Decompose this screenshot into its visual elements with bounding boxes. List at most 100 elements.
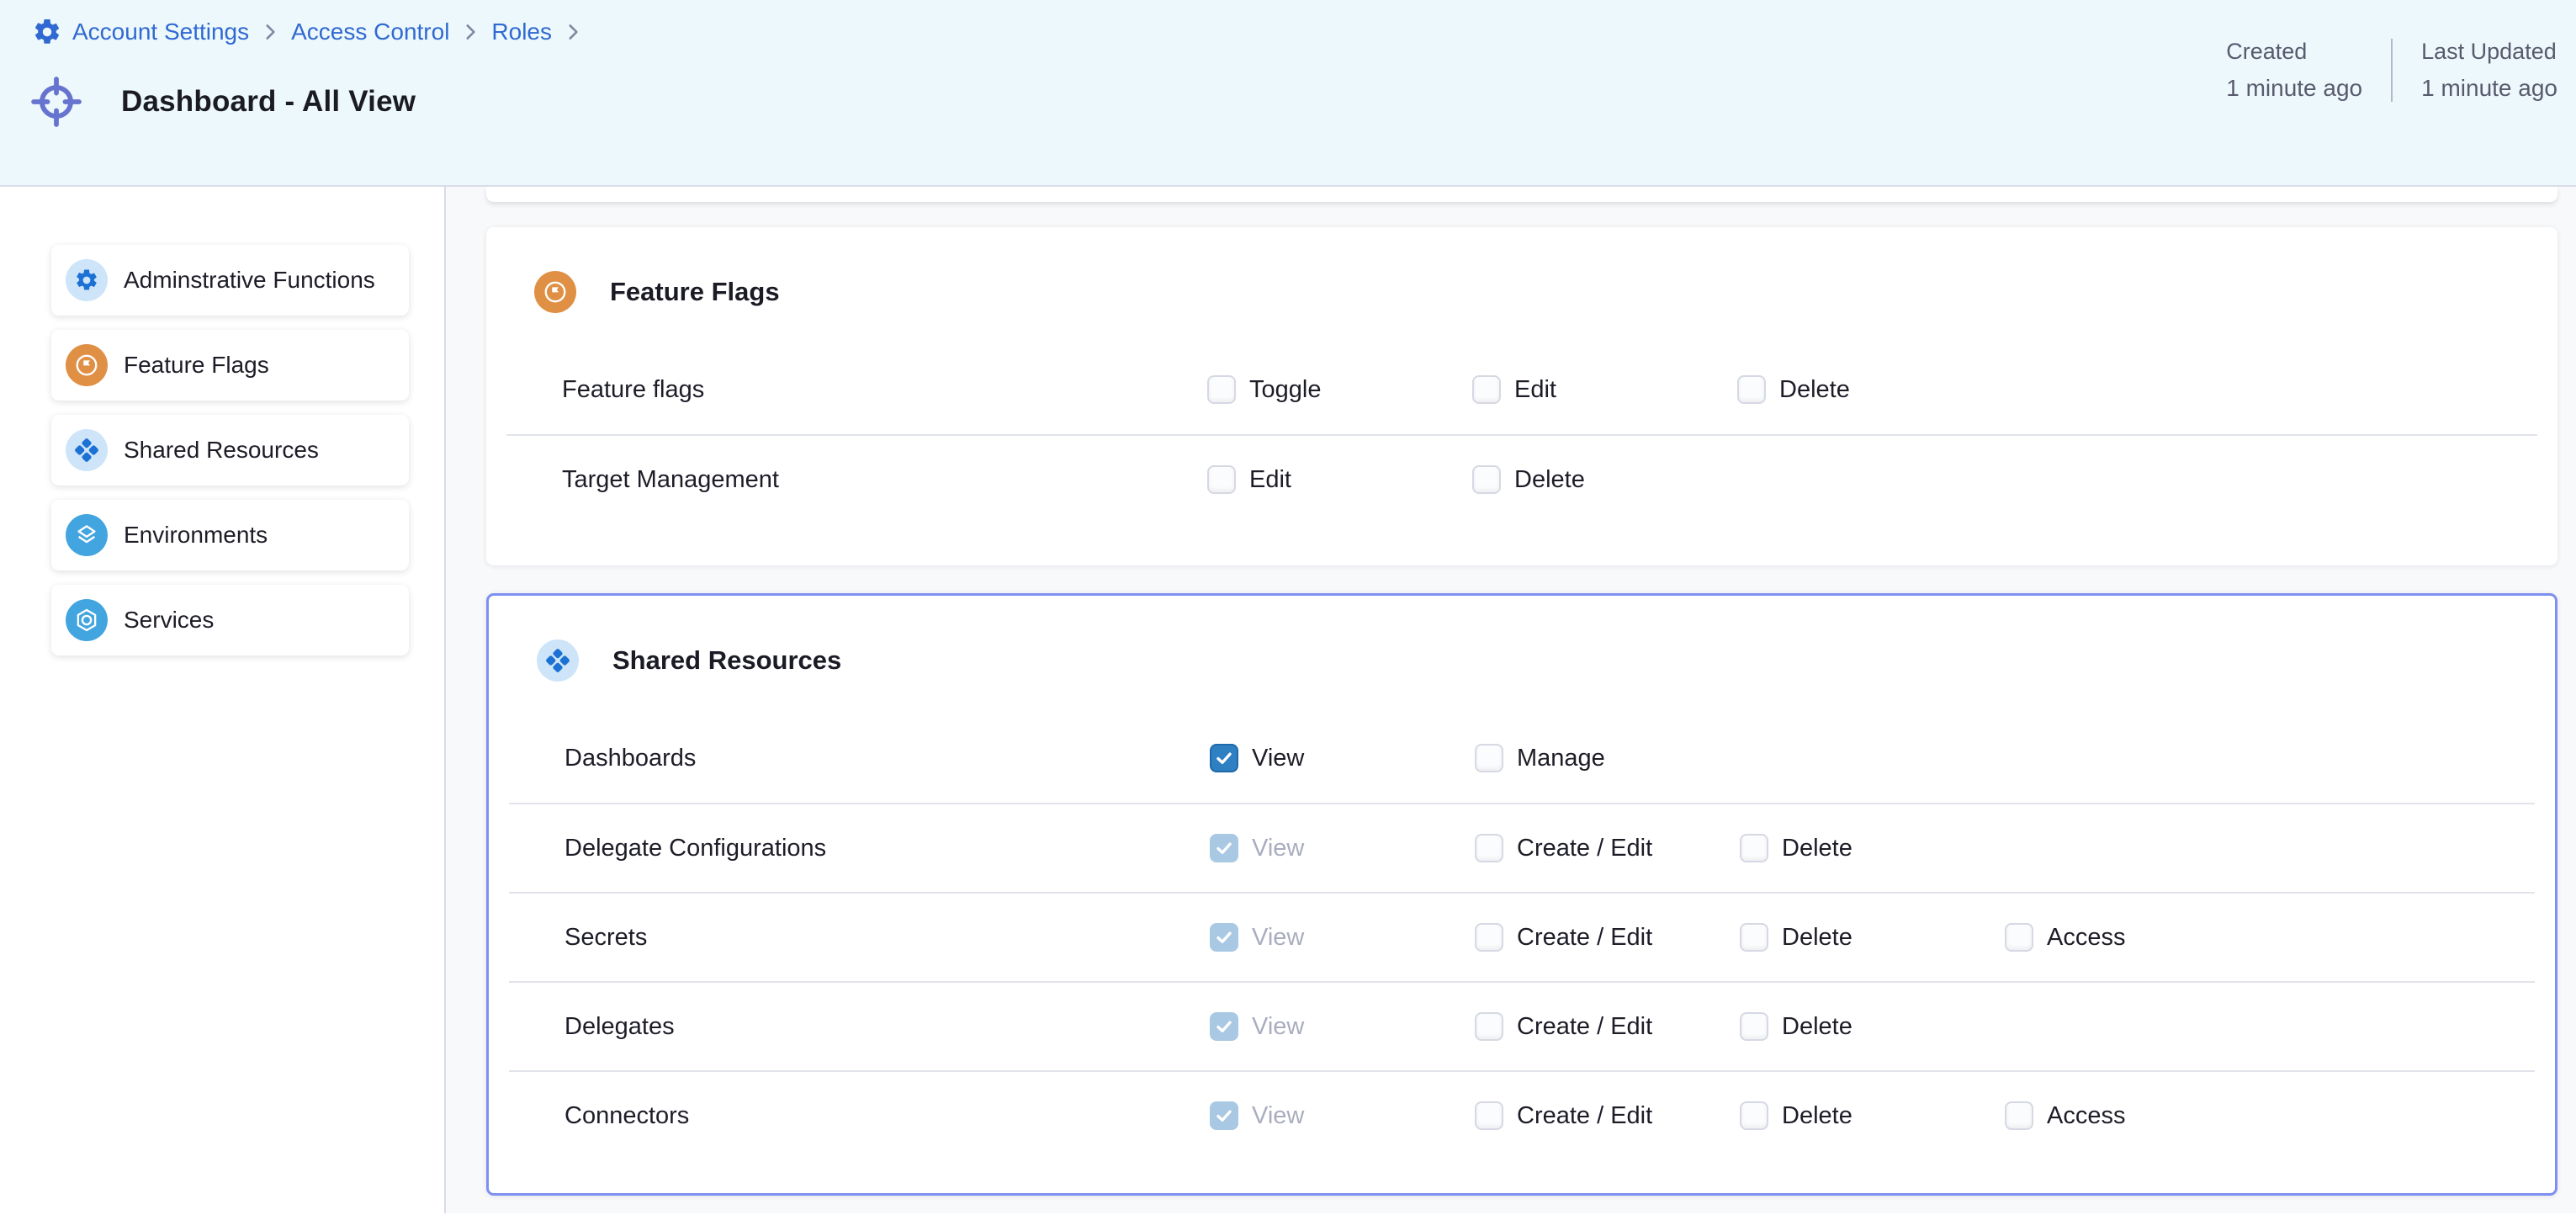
resource-label: Connectors	[564, 1102, 1210, 1130]
flag-icon	[66, 344, 108, 386]
view-checkbox[interactable]	[1210, 1012, 1238, 1041]
resource-label: Delegate Configurations	[564, 835, 1210, 862]
edit-checkbox[interactable]	[1472, 375, 1501, 404]
create-edit-checkbox[interactable]	[1475, 834, 1503, 862]
manage-checkbox[interactable]	[1475, 744, 1503, 772]
delete-checkbox[interactable]	[1740, 1012, 1768, 1041]
sidebar-item-feature-flags[interactable]: Feature Flags	[51, 330, 409, 401]
sidebar-item-environments[interactable]: Environments	[51, 500, 409, 570]
delete-checkbox[interactable]	[1472, 465, 1501, 494]
view-checkbox[interactable]	[1210, 834, 1238, 862]
permission-label: Delete	[1779, 376, 1850, 404]
breadcrumb-link-account-settings[interactable]: Account Settings	[72, 19, 249, 45]
permission-label: Delete	[1782, 924, 1852, 952]
permission-create-edit: Create / Edit	[1475, 1012, 1740, 1041]
permission-create-edit: Create / Edit	[1475, 1101, 1740, 1130]
partial-card	[486, 187, 2557, 202]
permission-row-delegates: DelegatesViewCreate / Edit Delete	[509, 981, 2535, 1070]
permission-label: Delete	[1782, 835, 1852, 862]
crosshair-icon	[29, 74, 84, 130]
view-checkbox[interactable]	[1210, 744, 1238, 772]
edit-checkbox[interactable]	[1207, 465, 1236, 494]
permission-view: View	[1210, 1101, 1475, 1130]
body-row: Adminstrative Functions Feature Flags Shar…	[0, 187, 2576, 1213]
created-label: Created	[2226, 39, 2362, 65]
permission-label: Delete	[1782, 1102, 1852, 1130]
permission-row-target-management: Target Management Edit Delete	[506, 434, 2537, 523]
permission-delete: Delete	[1740, 1101, 2005, 1130]
permission-label: View	[1252, 835, 1304, 862]
card-title: Feature Flags	[610, 277, 780, 307]
permission-edit: Edit	[1207, 465, 1472, 494]
permission-delete: Delete	[1472, 465, 1737, 494]
permission-manage: Manage	[1475, 744, 1740, 772]
delete-checkbox[interactable]	[1737, 375, 1766, 404]
permission-label: View	[1252, 1102, 1304, 1130]
create-edit-checkbox[interactable]	[1475, 1101, 1503, 1130]
delete-checkbox[interactable]	[1740, 923, 1768, 952]
permission-label: Delete	[1782, 1013, 1852, 1041]
toggle-checkbox[interactable]	[1207, 375, 1236, 404]
page-title: Dashboard - All View	[121, 85, 416, 119]
permission-row-secrets: Secrets View Create / Edit Delete Access	[509, 892, 2535, 981]
card-feature-flags: Feature Flags Feature flags Toggle Edit Dele…	[486, 227, 2557, 565]
resource-label: Secrets	[564, 924, 1210, 952]
diamond-icon	[537, 639, 579, 682]
permission-label: Create / Edit	[1517, 835, 1652, 862]
permission-access: Access	[2005, 923, 2270, 952]
sidebar-item-label: Adminstrative Functions	[124, 267, 375, 294]
meta-panel: Created 1 minute ago Last Updated 1 minu…	[2226, 39, 2557, 102]
resource-label: Target Management	[562, 466, 1207, 494]
card-header: Shared Resources	[489, 596, 2555, 682]
meta-divider	[2391, 39, 2393, 102]
view-checkbox[interactable]	[1210, 923, 1238, 952]
permission-toggle: Toggle	[1207, 375, 1472, 404]
sidebar: Adminstrative Functions Feature Flags Shar…	[0, 187, 446, 1213]
permission-delete: Delete	[1740, 923, 2005, 952]
access-checkbox[interactable]	[2005, 923, 2033, 952]
sidebar-item-label: Shared Resources	[124, 437, 319, 464]
sidebar-item-shared-resources[interactable]: Shared Resources	[51, 415, 409, 485]
chevron-right-icon	[259, 21, 281, 43]
access-checkbox[interactable]	[2005, 1101, 2033, 1130]
create-edit-checkbox[interactable]	[1475, 923, 1503, 952]
permission-label: Create / Edit	[1517, 924, 1652, 952]
permission-edit: Edit	[1472, 375, 1737, 404]
permission-label: View	[1252, 924, 1304, 952]
permission-label: Edit	[1249, 466, 1291, 494]
permission-label: Toggle	[1249, 376, 1321, 404]
created-value: 1 minute ago	[2226, 75, 2362, 102]
card-title: Shared Resources	[612, 645, 841, 676]
create-edit-checkbox[interactable]	[1475, 1012, 1503, 1041]
permission-label: Manage	[1517, 745, 1605, 772]
permission-create-edit: Create / Edit	[1475, 834, 1740, 862]
chevron-right-icon	[562, 21, 584, 43]
breadcrumb-link-roles[interactable]: Roles	[491, 19, 552, 45]
permission-row-dashboards: DashboardsViewManage	[509, 714, 2535, 803]
layers-icon	[66, 514, 108, 556]
permission-delete: Delete	[1740, 1012, 2005, 1041]
permission-create-edit: Create / Edit	[1475, 923, 1740, 952]
chevron-right-icon	[459, 21, 481, 43]
sidebar-item-label: Environments	[124, 522, 268, 549]
breadcrumb: Account Settings Access Control Roles	[32, 17, 584, 47]
gear-icon	[32, 17, 62, 47]
permission-label: Access	[2047, 1102, 2125, 1130]
card-header: Feature Flags	[486, 227, 2557, 313]
permission-label: Delete	[1514, 466, 1585, 494]
sidebar-item-adminstrative-functions[interactable]: Adminstrative Functions	[51, 245, 409, 316]
permission-view: View	[1210, 834, 1475, 862]
delete-checkbox[interactable]	[1740, 834, 1768, 862]
sidebar-item-label: Services	[124, 607, 214, 634]
permission-label: Edit	[1514, 376, 1556, 404]
delete-checkbox[interactable]	[1740, 1101, 1768, 1130]
permission-view: View	[1210, 1012, 1475, 1041]
hexagon-icon	[66, 599, 108, 641]
resource-label: Feature flags	[562, 376, 1207, 404]
permission-row-delegate-configurations: Delegate Configurations View Create / Edit…	[509, 803, 2535, 892]
main-content: Feature Flags Feature flags Toggle Edit Dele…	[446, 187, 2576, 1213]
view-checkbox[interactable]	[1210, 1101, 1238, 1130]
breadcrumb-link-access-control[interactable]: Access Control	[291, 19, 449, 45]
resource-label: Delegates	[564, 1013, 1210, 1041]
sidebar-item-services[interactable]: Services	[51, 585, 409, 655]
